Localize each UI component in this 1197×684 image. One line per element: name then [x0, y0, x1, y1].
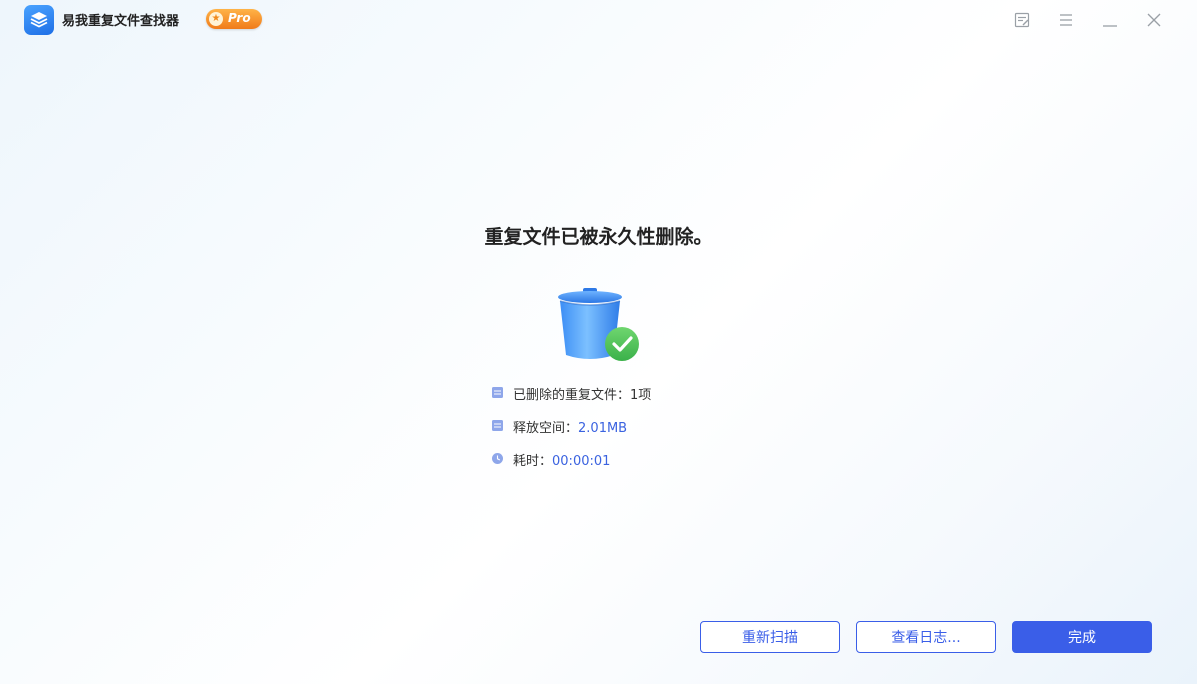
clock-icon: [492, 453, 503, 464]
rescan-button[interactable]: 重新扫描: [700, 621, 840, 653]
file-icon: [492, 387, 503, 398]
view-log-button[interactable]: 查看日志...: [856, 621, 996, 653]
minimize-icon[interactable]: [1100, 10, 1120, 30]
stat-label: 已删除的重复文件：: [513, 388, 631, 403]
pro-badge-label: Pro: [228, 11, 251, 25]
stat-value: 1项: [630, 388, 652, 403]
result-heading: 重复文件已被永久性删除。: [484, 226, 713, 248]
feedback-icon[interactable]: [1012, 10, 1032, 30]
trash-success-icon: [553, 285, 643, 365]
pro-badge[interactable]: ★ Pro: [206, 9, 262, 29]
app-title: 易我重复文件查找器: [62, 14, 180, 29]
title-bar: 易我重复文件查找器 ★ Pro: [0, 0, 1197, 40]
app-logo-icon: [24, 5, 54, 35]
stat-value: 2.01MB: [578, 421, 628, 436]
stat-label: 耗时：: [513, 454, 553, 469]
stat-label: 释放空间：: [513, 421, 579, 436]
done-button[interactable]: 完成: [1012, 621, 1152, 653]
menu-icon[interactable]: [1056, 10, 1076, 30]
storage-icon: [492, 420, 503, 431]
stat-value: 00:00:01: [552, 454, 611, 469]
close-icon[interactable]: [1144, 10, 1164, 30]
star-icon: ★: [209, 12, 223, 26]
